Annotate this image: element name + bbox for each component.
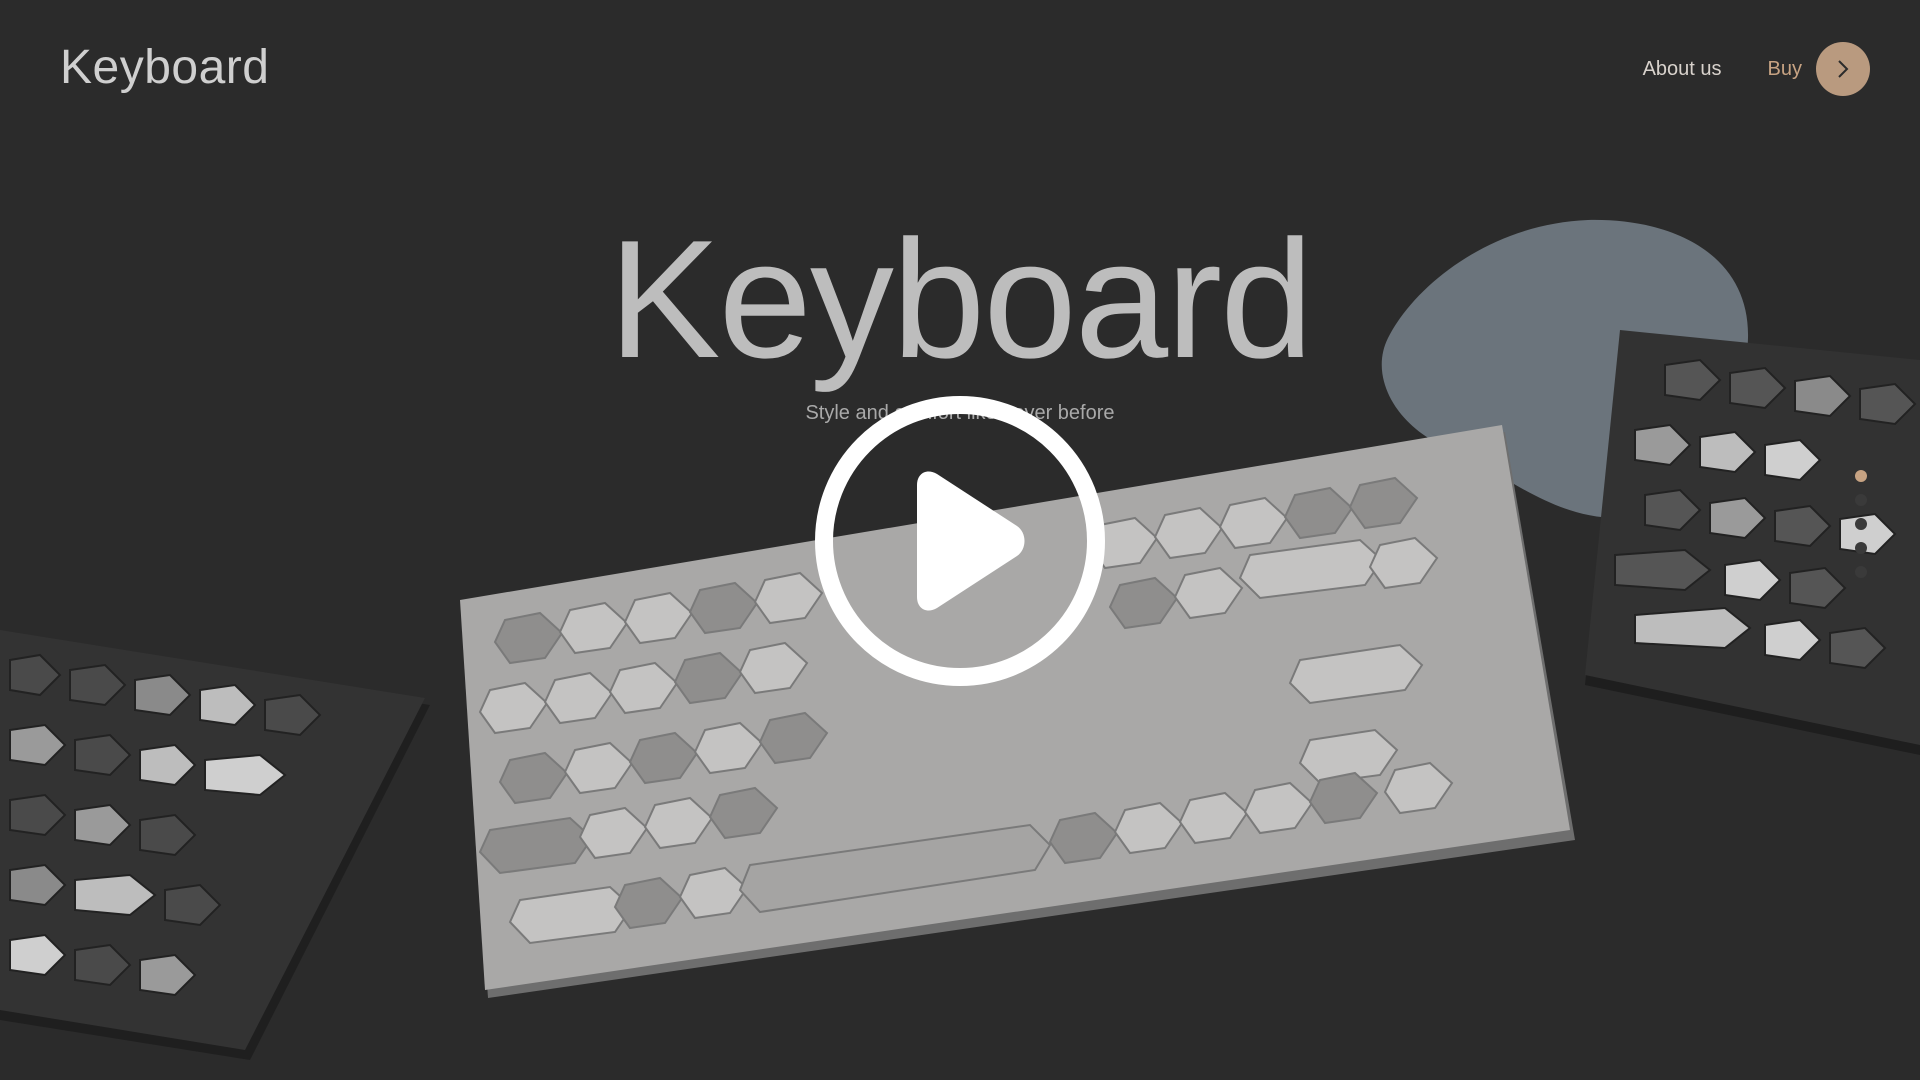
- main-nav: About us Buy: [1643, 42, 1870, 96]
- site-logo[interactable]: Keyboard: [60, 40, 269, 95]
- carousel-dot-1[interactable]: [1855, 470, 1867, 482]
- buy-button[interactable]: Buy: [1768, 42, 1870, 96]
- landing-page: Keyboard About us Buy Keyboard Style and…: [0, 0, 1920, 1080]
- chevron-right-icon: [1838, 60, 1849, 78]
- nav-about-us-link[interactable]: About us: [1643, 58, 1722, 81]
- carousel-dots: [1855, 470, 1867, 578]
- carousel-dot-2[interactable]: [1855, 494, 1867, 506]
- buy-circle[interactable]: [1816, 42, 1870, 96]
- keyboard-left-image: [0, 630, 430, 1060]
- play-icon: [917, 471, 1025, 611]
- buy-label: Buy: [1767, 57, 1802, 80]
- carousel-dot-3[interactable]: [1855, 518, 1867, 530]
- play-video-button[interactable]: [812, 393, 1108, 689]
- carousel-dot-4[interactable]: [1855, 542, 1867, 554]
- carousel-dot-5[interactable]: [1855, 566, 1867, 578]
- keyboard-right-image: [1585, 330, 1920, 755]
